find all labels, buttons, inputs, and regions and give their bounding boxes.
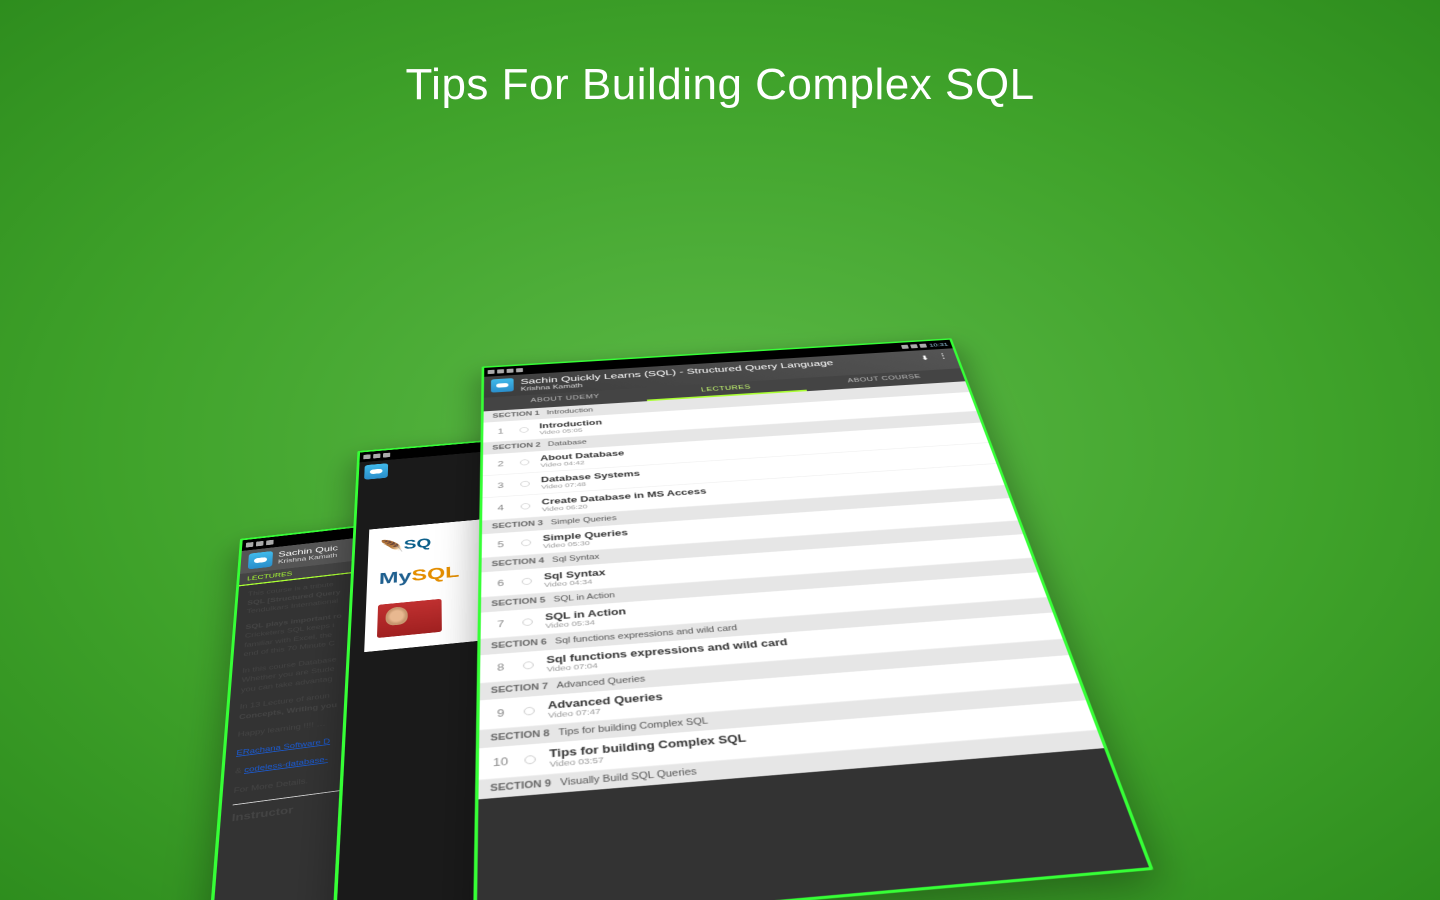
wifi-icon bbox=[910, 344, 918, 348]
device-scene: Sachin Quic Krishna Kamath LECTURES This… bbox=[0, 0, 1440, 900]
status-icon bbox=[497, 369, 504, 373]
codeless-db-link[interactable]: codeless-database- bbox=[244, 755, 328, 774]
instructor-thumbnail[interactable] bbox=[377, 599, 442, 638]
status-icon bbox=[507, 369, 514, 373]
lecture-number: 7 bbox=[491, 618, 510, 630]
progress-node-icon bbox=[524, 755, 536, 765]
status-icon bbox=[516, 368, 523, 372]
sqlite-logo: 🪶SQ bbox=[380, 535, 432, 555]
section-label: SECTION 6 bbox=[491, 638, 547, 650]
status-icon bbox=[266, 540, 274, 546]
lecture-number: 6 bbox=[491, 578, 509, 589]
lecture-number: 4 bbox=[492, 503, 509, 513]
progress-node-icon bbox=[519, 427, 528, 433]
lecture-number: 1 bbox=[492, 427, 508, 436]
section-label: SECTION 2 bbox=[492, 442, 540, 451]
lecture-number: 8 bbox=[491, 661, 510, 673]
mysql-logo: MySQL bbox=[379, 563, 460, 589]
progress-node-icon bbox=[520, 481, 530, 488]
app-logo-icon bbox=[248, 551, 273, 569]
app-logo-icon bbox=[364, 463, 388, 480]
lecture-number: 2 bbox=[492, 459, 509, 468]
feather-icon: 🪶 bbox=[380, 539, 404, 555]
status-icon bbox=[383, 453, 390, 458]
progress-node-icon bbox=[521, 539, 531, 546]
section-label: SECTION 1 bbox=[493, 411, 540, 420]
section-label: SECTION 7 bbox=[491, 682, 548, 695]
section-label: SECTION 3 bbox=[492, 520, 543, 530]
section-label: SECTION 5 bbox=[491, 597, 545, 609]
status-icon bbox=[256, 541, 264, 547]
download-icon[interactable] bbox=[919, 353, 930, 361]
sqlite-label: SQ bbox=[404, 536, 432, 552]
device-front: 10:31 Sachin Quickly Learns (SQL) - Stru… bbox=[473, 338, 1154, 900]
app-logo-icon bbox=[491, 378, 514, 393]
more-icon[interactable] bbox=[936, 352, 951, 361]
section-name: Database bbox=[548, 439, 587, 448]
progress-node-icon bbox=[521, 503, 531, 510]
progress-node-icon bbox=[524, 707, 535, 716]
mysql-sql: SQL bbox=[411, 563, 459, 585]
status-time: 10:31 bbox=[928, 342, 948, 348]
battery-icon bbox=[920, 344, 928, 348]
progress-node-icon bbox=[523, 661, 534, 669]
signal-icon bbox=[901, 345, 909, 349]
mysql-my: My bbox=[379, 567, 412, 588]
section-name: Sql Syntax bbox=[552, 553, 600, 564]
section-label: SECTION 4 bbox=[492, 557, 545, 568]
status-icon bbox=[246, 542, 254, 548]
section-name: SQL in Action bbox=[553, 592, 615, 604]
progress-node-icon bbox=[522, 578, 532, 586]
lectures-list: SECTION 1Introduction1IntroductionVideo … bbox=[478, 381, 1104, 799]
progress-node-icon bbox=[520, 459, 529, 465]
lecture-number: 5 bbox=[492, 539, 510, 549]
section-label: SECTION 8 bbox=[490, 729, 549, 743]
lecture-number: 9 bbox=[491, 707, 511, 720]
lecture-number: 10 bbox=[490, 755, 511, 769]
status-icon bbox=[363, 454, 370, 459]
progress-node-icon bbox=[522, 618, 533, 626]
status-icon bbox=[373, 453, 380, 458]
lecture-number: 3 bbox=[492, 481, 509, 490]
section-label: SECTION 9 bbox=[490, 779, 551, 794]
status-icon bbox=[488, 370, 495, 374]
erachana-link[interactable]: ERachana Software D bbox=[236, 737, 330, 757]
section-name: Introduction bbox=[547, 407, 594, 416]
